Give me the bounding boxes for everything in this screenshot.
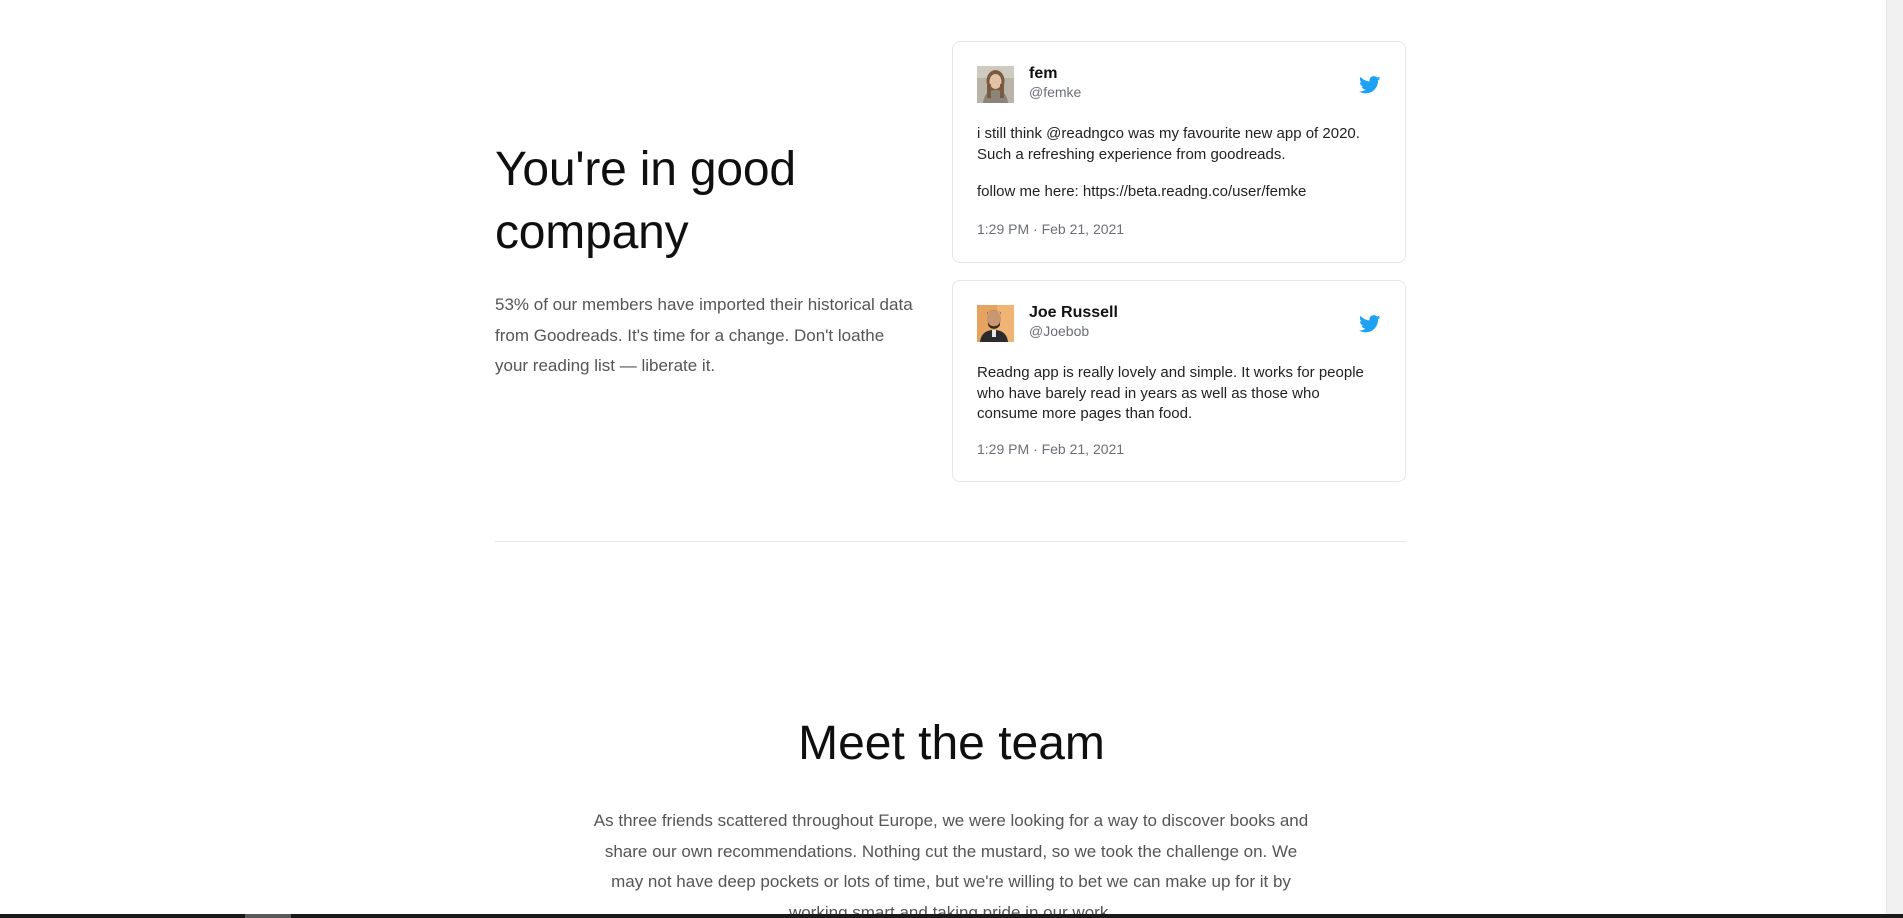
team-heading: Meet the team — [798, 717, 1105, 770]
tweet-body: Readng app is really lovely and simple. … — [977, 363, 1383, 425]
company-heading: You're in good company — [495, 143, 796, 259]
tweet-author-handle[interactable]: @Joebob — [1029, 323, 1089, 339]
section-divider — [495, 541, 1406, 542]
page: You're in good company 53% of our member… — [0, 0, 1903, 918]
tweet-text: i still think @readngco was my favourite… — [977, 125, 1360, 163]
tweet-text: follow me here: https://beta.readng.co/u… — [977, 183, 1307, 200]
horizontal-scrollbar[interactable] — [0, 914, 1903, 918]
tweet-author-name[interactable]: fem — [1029, 65, 1057, 83]
avatar[interactable] — [977, 66, 1014, 103]
tweet-timestamp[interactable]: 1:29 PM · Feb 21, 2021 — [977, 441, 1124, 457]
tweet-timestamp[interactable]: 1:29 PM · Feb 21, 2021 — [977, 221, 1124, 237]
team-description: As three friends scattered throughout Eu… — [593, 811, 1309, 918]
tweet-card[interactable]: fem @femke i still think @readngco was m… — [952, 41, 1406, 263]
tweet-author-handle[interactable]: @femke — [1029, 84, 1081, 100]
vertical-scrollbar[interactable] — [1886, 0, 1903, 918]
tweet-body: i still think @readngco was my favourite… — [977, 124, 1383, 203]
tweet-author-name[interactable]: Joe Russell — [1029, 304, 1118, 322]
scrollbar-thumb[interactable] — [245, 914, 291, 918]
avatar-man-icon — [977, 305, 1014, 342]
avatar-woman-icon — [977, 66, 1014, 103]
company-description: 53% of our members have imported their h… — [495, 295, 913, 375]
twitter-icon[interactable] — [1359, 76, 1381, 94]
tweet-card[interactable]: Joe Russell @Joebob Readng app is really… — [952, 280, 1406, 482]
twitter-icon[interactable] — [1359, 315, 1381, 333]
avatar[interactable] — [977, 305, 1014, 342]
tweet-text: Readng app is really lovely and simple. … — [977, 364, 1364, 422]
